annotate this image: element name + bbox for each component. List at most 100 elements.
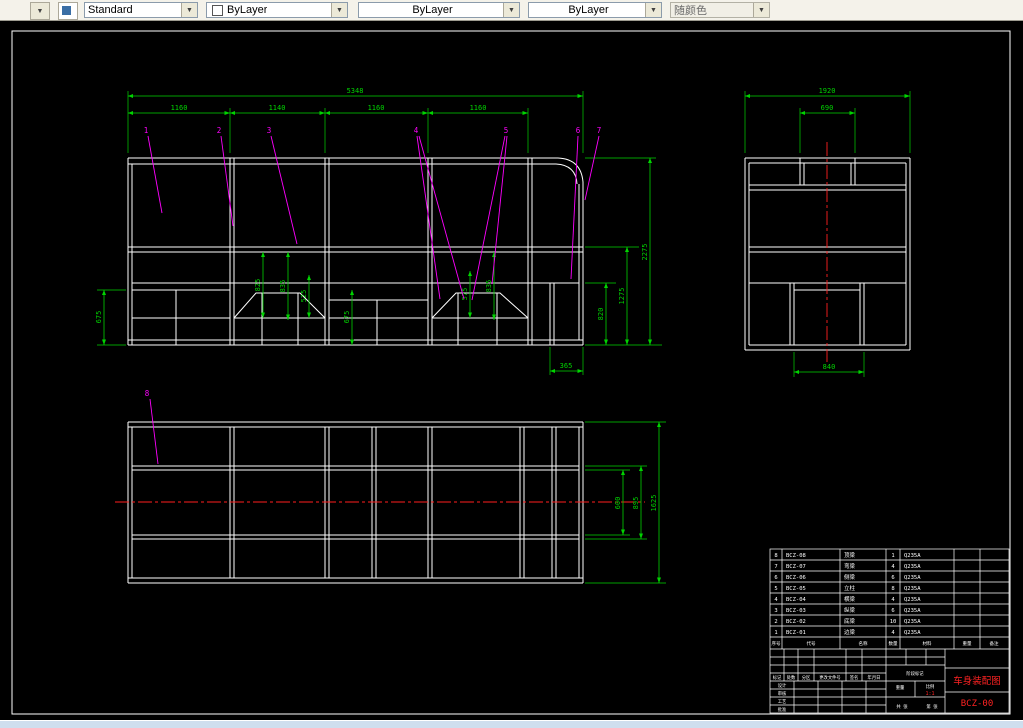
part-material: Q235A [904,608,921,614]
label-zone: 分区 [802,674,811,681]
label-sign: 签名 [850,674,859,681]
dim-text: 675 [95,311,103,324]
header-cell: 序号 [772,640,781,647]
part-no: 2 [774,619,777,625]
parts-row: 3 BCZ-03 纵梁 6 Q235A [774,606,921,614]
titleblock-labels: 标记 处数 分区 更改文件号 签名 年月日 设计 审核 工艺 批准 阶段标记 重… [773,670,939,713]
part-name: 横梁 [844,595,856,603]
chevron-down-icon: ▼ [645,3,661,17]
part-name: 纵梁 [844,606,856,614]
part-code: BCZ-01 [786,630,806,636]
header-cell: 重量 [963,640,972,647]
toolbar-icon[interactable] [58,2,78,20]
color-control-combo[interactable]: ByLayer ▼ [206,2,348,18]
dim-text: 820 [597,308,605,321]
plotstyle-combo[interactable]: 随颜色 ▼ [670,2,770,18]
dim-text: 525 [300,290,308,303]
sheet-border [11,30,1011,715]
parts-row: 8 BCZ-08 顶梁 1 Q235A [774,551,921,559]
dim-text: 5348 [347,87,364,95]
dim-text: 675 [343,311,351,324]
label-mark: 标记 [773,674,782,681]
part-material: Q235A [904,575,921,581]
label-process: 工艺 [778,699,787,705]
dim-text: 840 [823,363,836,371]
part-qty: 6 [891,608,894,614]
header-cell: 数量 [889,640,898,647]
part-material: Q235A [904,630,921,636]
parts-row: 7 BCZ-07 弯梁 4 Q235A [774,562,921,570]
balloon-number: 3 [267,126,272,135]
command-line-strip[interactable] [0,720,1023,728]
part-material: Q235A [904,619,921,625]
dim-text: 1160 [171,104,188,112]
part-code: BCZ-07 [786,564,806,570]
parts-row: 2 BCZ-02 底梁 10 Q235A [774,617,921,625]
dim-text: 1160 [470,104,487,112]
part-name: 底梁 [844,617,856,625]
dim-text: 1625 [650,495,658,512]
main-elevation-geometry [127,157,584,346]
chevron-down-icon: ▼ [753,3,769,17]
partial-combo-button[interactable]: ▼ [30,2,50,20]
part-code: BCZ-04 [786,597,807,603]
label-count: 处数 [787,674,796,681]
main-view-dimension-texts: 5348 1160 1140 1160 1160 2275 1275 820 6… [95,87,649,370]
balloon-number: 5 [504,126,509,135]
part-material: Q235A [904,564,921,570]
dim-text: 895 [632,497,640,510]
part-code: BCZ-05 [786,586,806,592]
dim-text: 365 [560,362,573,370]
parts-row: 6 BCZ-06 侧梁 6 Q235A [774,573,921,581]
part-qty: 4 [891,630,895,636]
dim-text: 1920 [819,87,836,95]
item-balloon-numbers: 1 2 3 4 5 6 7 [144,126,602,135]
part-qty: 10 [890,619,897,625]
end-view-dimension-lines [745,94,910,374]
part-no: 1 [774,630,777,636]
part-qty: 4 [891,564,895,570]
part-material: Q235A [904,553,921,559]
part-code: BCZ-02 [786,619,806,625]
parts-row: 4 BCZ-04 横梁 4 Q235A [774,595,921,603]
text-style-value: Standard [88,4,133,16]
dim-text: 1160 [368,104,385,112]
part-no: 4 [774,597,778,603]
chevron-down-icon: ▼ [331,3,347,17]
end-view-geometry [744,157,911,351]
parts-list: 8 BCZ-08 顶梁 1 Q235A 7 BCZ-07 弯梁 4 Q235A … [774,551,921,636]
parts-row: 5 BCZ-05 立柱 8 Q235A [774,584,921,592]
item-leader-lines [147,135,600,301]
label-approve: 批准 [778,706,787,713]
header-cell: 备注 [990,640,999,647]
label-weight: 重量 [896,684,905,691]
part-code: BCZ-08 [786,553,806,559]
label-sheets: 共 张 [896,703,908,710]
part-no: 6 [774,575,777,581]
header-cell: 代号 [807,640,816,647]
lineweight-value: ByLayer [568,4,609,16]
plan-view-geometry [127,421,584,584]
balloon-number: 8 [145,389,150,398]
header-cell: 材料 [923,640,932,647]
part-material: Q235A [904,586,921,592]
lineweight-combo[interactable]: ByLayer ▼ [528,2,662,18]
drawing-title: 车身装配图 [953,675,1001,687]
linetype-combo[interactable]: ByLayer ▼ [358,2,520,18]
part-name: 边梁 [844,628,856,636]
part-name: 弯梁 [844,562,856,570]
header-cell: 名称 [859,640,868,647]
end-view-extension-lines [744,91,911,377]
dim-text: 1140 [269,104,286,112]
part-name: 顶梁 [844,551,856,559]
part-name: 侧梁 [844,573,856,581]
text-style-combo[interactable]: Standard ▼ [84,2,198,18]
dim-text: 835 [279,280,287,293]
balloon-number: 6 [576,126,581,135]
drawing-number: BCZ-00 [961,699,994,709]
part-name: 立柱 [844,584,856,592]
label-design: 设计 [778,682,787,689]
model-space-canvas[interactable]: 5348 1160 1140 1160 1160 2275 1275 820 6… [0,0,1023,728]
label-date: 年月日 [868,674,881,681]
parts-list-header: 序号 代号 名称 数量 材料 重量 备注 [772,640,999,647]
